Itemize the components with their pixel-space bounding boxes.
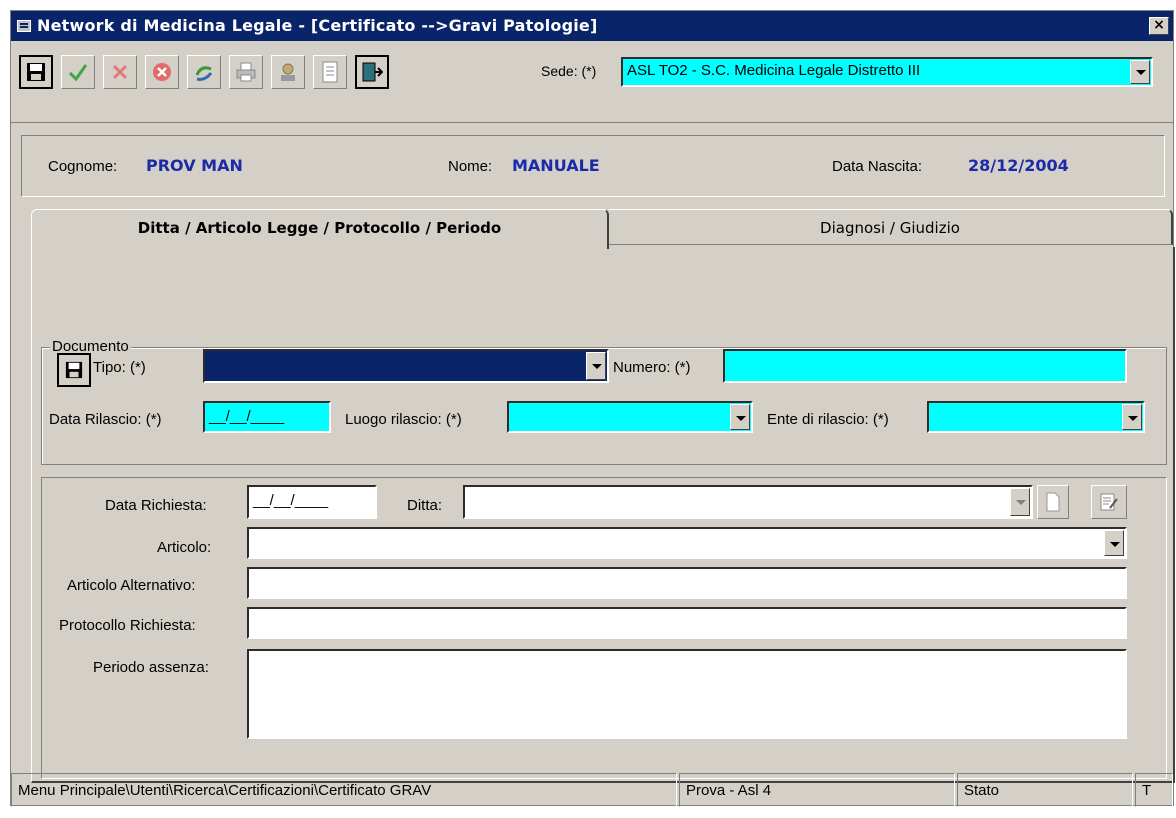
protocollo-richiesta-input[interactable] bbox=[247, 607, 1127, 639]
luogo-rilascio-label: Luogo rilascio: (*) bbox=[345, 411, 462, 428]
user-icon bbox=[281, 63, 295, 81]
periodo-assenza-label: Periodo assenza: bbox=[93, 659, 209, 676]
exit-door-icon bbox=[362, 62, 383, 82]
numero-input[interactable] bbox=[723, 349, 1127, 383]
window-title: Network di Medicina Legale - [Certificat… bbox=[37, 16, 598, 35]
refresh-icon bbox=[195, 66, 213, 81]
sede-select[interactable]: ASL TO2 - S.C. Medicina Legale Distretto… bbox=[621, 57, 1153, 87]
close-button[interactable]: × bbox=[1149, 17, 1169, 35]
document-button[interactable] bbox=[313, 55, 347, 89]
delete-button[interactable] bbox=[145, 55, 179, 89]
birth-date-label: Data Nascita: bbox=[832, 158, 923, 175]
new-document-icon bbox=[1046, 492, 1060, 512]
articolo-alternativo-input[interactable] bbox=[247, 567, 1127, 599]
numero-label: Numero: (*) bbox=[613, 359, 691, 376]
data-rilascio-label: Data Rilascio: (*) bbox=[49, 411, 162, 428]
name-label: Nome: bbox=[448, 158, 493, 175]
toolbar: Sede: (*) ASL TO2 - S.C. Medicina Legale… bbox=[11, 41, 1173, 123]
data-richiesta-label: Data Richiesta: bbox=[105, 497, 207, 514]
ente-rilascio-select[interactable] bbox=[927, 401, 1145, 433]
main-window: Network di Medicina Legale - [Certificat… bbox=[10, 10, 1175, 807]
birth-date-value: 28/12/2004 bbox=[968, 156, 1069, 175]
exit-button[interactable] bbox=[355, 55, 389, 89]
confirm-check-icon bbox=[68, 64, 88, 82]
chevron-down-icon[interactable] bbox=[1130, 60, 1150, 84]
new-ditta-button[interactable] bbox=[1037, 485, 1069, 519]
articolo-label: Articolo: bbox=[157, 539, 212, 556]
edit-ditta-button[interactable] bbox=[1091, 485, 1127, 519]
periodo-assenza-textarea[interactable] bbox=[247, 649, 1127, 739]
chevron-down-icon[interactable] bbox=[1122, 404, 1142, 430]
cancel-button[interactable] bbox=[103, 55, 137, 89]
save-button[interactable] bbox=[19, 55, 53, 89]
app-icon bbox=[17, 20, 31, 32]
chevron-down-icon[interactable] bbox=[730, 404, 750, 430]
status-t: T bbox=[1135, 773, 1173, 807]
sede-label: Sede: (*) bbox=[541, 63, 597, 79]
protocollo-richiesta-label: Protocollo Richiesta: bbox=[59, 617, 196, 634]
ente-rilascio-label: Ente di rilascio: (*) bbox=[767, 411, 889, 428]
delete-icon bbox=[153, 63, 171, 81]
surname-value: PROV MAN bbox=[146, 156, 243, 175]
articolo-select[interactable] bbox=[247, 527, 1127, 559]
print-button[interactable] bbox=[229, 55, 263, 89]
status-stato: Stato bbox=[957, 773, 1133, 807]
luogo-rilascio-select[interactable] bbox=[507, 401, 753, 433]
surname-label: Cognome: bbox=[48, 158, 118, 175]
status-path: Menu Principale\Utenti\Ricerca\Certifica… bbox=[11, 773, 677, 807]
patient-info-panel: Cognome: PROV MAN Nome: MANUALE Data Nas… bbox=[21, 135, 1165, 197]
tipo-label: Tipo: (*) bbox=[93, 359, 146, 376]
tab-diagnosi-giudizio[interactable]: Diagnosi / Giudizio bbox=[609, 209, 1173, 245]
save-icon bbox=[65, 361, 83, 379]
name-value: MANUALE bbox=[512, 156, 600, 175]
title-bar: Network di Medicina Legale - [Certificat… bbox=[11, 11, 1173, 41]
edit-document-icon bbox=[1100, 493, 1118, 511]
document-icon bbox=[322, 61, 338, 83]
data-richiesta-value: __/__/____ bbox=[253, 492, 329, 509]
chevron-down-icon[interactable] bbox=[586, 352, 606, 380]
cancel-x-icon bbox=[112, 64, 128, 80]
articolo-alternativo-label: Articolo Alternativo: bbox=[67, 577, 196, 594]
tab-ditta-articolo[interactable]: Ditta / Articolo Legge / Protocollo / Pe… bbox=[31, 209, 609, 249]
data-rilascio-input[interactable]: __/__/____ bbox=[203, 401, 331, 433]
ditta-label: Ditta: bbox=[407, 497, 443, 514]
chevron-down-icon[interactable] bbox=[1010, 488, 1030, 516]
sede-value: ASL TO2 - S.C. Medicina Legale Distretto… bbox=[627, 62, 921, 79]
data-richiesta-input[interactable]: __/__/____ bbox=[247, 485, 377, 519]
user-button[interactable] bbox=[271, 55, 305, 89]
tipo-select[interactable] bbox=[203, 349, 609, 383]
ditta-select[interactable] bbox=[463, 485, 1033, 519]
status-bar: Menu Principale\Utenti\Ricerca\Certifica… bbox=[11, 773, 1173, 807]
confirm-button[interactable] bbox=[61, 55, 95, 89]
status-environment: Prova - Asl 4 bbox=[679, 773, 955, 807]
print-icon bbox=[236, 62, 256, 82]
save-icon bbox=[27, 63, 45, 81]
save-document-button[interactable] bbox=[57, 353, 91, 387]
chevron-down-icon[interactable] bbox=[1104, 530, 1124, 556]
data-rilascio-value: __/__/____ bbox=[209, 408, 285, 425]
refresh-button[interactable] bbox=[187, 55, 221, 89]
